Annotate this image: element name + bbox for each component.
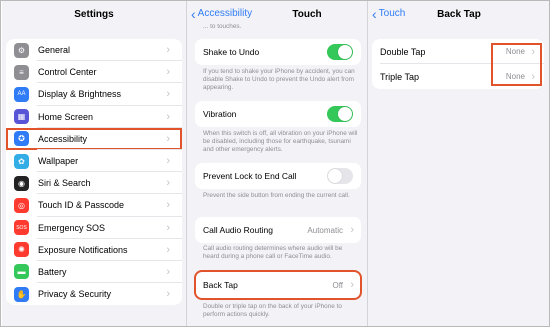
prevent-lock-label: Prevent Lock to End Call [203, 171, 297, 181]
call-audio-routing-value: Automatic [307, 225, 343, 235]
chevron-right-icon: › [166, 155, 170, 168]
settings-item-label: Siri & Search [38, 178, 91, 189]
prevent-lock-note: Prevent the side button from ending the … [203, 192, 350, 199]
chevron-right-icon: › [166, 199, 170, 212]
control-center-icon: ≡ [14, 64, 29, 80]
settings-item-label: Control Center [38, 67, 97, 78]
vibration-row: Vibration [195, 101, 361, 127]
settings-item-home-screen[interactable]: ▦ Home Screen › [6, 106, 182, 128]
back-tap-row[interactable]: Back Tap Off › [194, 270, 362, 300]
settings-item-privacy-security[interactable]: ✋ Privacy & Security › [6, 283, 182, 305]
chevron-right-icon: › [166, 265, 170, 278]
settings-panel: Settings ⚙ General › ≡ Control Center › AA Disp… [2, 1, 186, 326]
back-tap-nav-bar: ‹ Touch Back Tap [368, 1, 549, 29]
settings-item-label: Emergency SOS [38, 222, 106, 233]
touch-title: Touch [292, 9, 322, 20]
back-label: Accessibility [197, 8, 253, 19]
chevron-right-icon: › [166, 132, 170, 145]
settings-item-general[interactable]: ⚙ General › [6, 39, 182, 62]
back-tap-title: Back Tap [437, 9, 481, 20]
chevron-right-icon: › [166, 88, 170, 101]
back-tap-value: Off [332, 280, 343, 290]
settings-item-control-center[interactable]: ≡ Control Center › [6, 61, 182, 84]
settings-item-touch-id-passcode[interactable]: ◎ Touch ID & Passcode › [6, 194, 182, 217]
settings-item-wallpaper[interactable]: ✿ Wallpaper › [6, 150, 182, 173]
siri-icon: ◉ [14, 175, 29, 191]
settings-item-label: Battery [38, 266, 67, 277]
toggle-knob [328, 169, 342, 183]
triple-tap-label: Triple Tap [380, 71, 420, 82]
gear-icon: ⚙ [14, 42, 29, 58]
top-note: ... to touches. [203, 23, 242, 30]
settings-item-label: Display & Brightness [38, 89, 122, 100]
battery-icon: ▬ [14, 264, 29, 280]
vibration-label: Vibration [203, 109, 237, 119]
screenshot-frame: Settings ⚙ General › ≡ Control Center › AA Disp… [0, 0, 550, 327]
shake-to-undo-label: Shake to Undo [203, 47, 260, 57]
vibration-note: When this switch is off, all vibration o… [203, 130, 358, 153]
chevron-right-icon: › [350, 279, 354, 291]
settings-item-label: Wallpaper [38, 156, 79, 167]
settings-item-label: Privacy & Security [38, 289, 112, 300]
fingerprint-icon: ◎ [14, 197, 29, 213]
home-screen-icon: ▦ [14, 109, 29, 125]
settings-item-label: Home Screen [38, 111, 94, 122]
chevron-right-icon: › [166, 221, 170, 234]
back-tap-panel: ‹ Touch Back Tap Double Tap None › Tripl… [368, 1, 549, 326]
wallpaper-icon: ✿ [14, 153, 29, 169]
call-audio-routing-note: Call audio routing determines where audi… [203, 245, 343, 260]
settings-item-emergency-sos[interactable]: SOS Emergency SOS › [6, 217, 182, 239]
settings-title: Settings [74, 9, 114, 20]
settings-item-label: General [38, 45, 71, 56]
settings-item-label: Accessibility [38, 133, 88, 144]
prevent-lock-row: Prevent Lock to End Call [195, 163, 361, 189]
settings-item-label: Exposure Notifications [38, 244, 128, 255]
settings-item-display-brightness[interactable]: AA Display & Brightness › [6, 83, 182, 106]
shake-to-undo-row: Shake to Undo [195, 39, 361, 65]
chevron-left-icon: ‹ [191, 5, 196, 22]
back-to-accessibility-button[interactable]: ‹ Accessibility [191, 5, 253, 22]
display-icon: AA [14, 86, 29, 102]
highlight-box [491, 43, 542, 86]
vibration-toggle[interactable] [327, 106, 353, 122]
chevron-right-icon: › [166, 110, 170, 123]
shake-to-undo-toggle[interactable] [327, 44, 353, 60]
settings-list: ⚙ General › ≡ Control Center › AA Display & Bri… [6, 39, 182, 306]
double-tap-label: Double Tap [380, 46, 426, 57]
exposure-icon: ✺ [14, 242, 29, 258]
accessibility-icon: ✪ [14, 131, 29, 147]
hand-icon: ✋ [14, 286, 29, 302]
chevron-right-icon: › [166, 243, 170, 256]
chevron-right-icon: › [350, 224, 354, 236]
sos-icon: SOS [14, 220, 29, 236]
settings-item-exposure-notifications[interactable]: ✺ Exposure Notifications › [6, 239, 182, 262]
chevron-right-icon: › [166, 288, 170, 301]
settings-item-battery[interactable]: ▬ Battery › [6, 261, 182, 284]
back-tap-label: Back Tap [203, 280, 238, 290]
settings-item-label: Touch ID & Passcode [38, 200, 125, 211]
back-tap-note: Double or triple tap on the back of your… [203, 303, 342, 318]
call-audio-routing-label: Call Audio Routing [203, 225, 273, 235]
call-audio-routing-row[interactable]: Call Audio Routing Automatic › [195, 217, 361, 243]
chevron-right-icon: › [166, 66, 170, 79]
touch-panel: ‹ Accessibility Touch ... to touches. Sh… [187, 1, 367, 326]
chevron-right-icon: › [166, 177, 170, 190]
chevron-right-icon: › [166, 44, 170, 57]
toggle-knob [338, 45, 352, 59]
settings-item-siri-search[interactable]: ◉ Siri & Search › [6, 172, 182, 195]
settings-nav-bar: Settings [2, 1, 186, 29]
settings-item-accessibility[interactable]: ✪ Accessibility › [6, 127, 182, 151]
toggle-knob [338, 107, 352, 121]
prevent-lock-toggle[interactable] [327, 168, 353, 184]
shake-to-undo-note: If you tend to shake your iPhone by acci… [203, 68, 355, 91]
